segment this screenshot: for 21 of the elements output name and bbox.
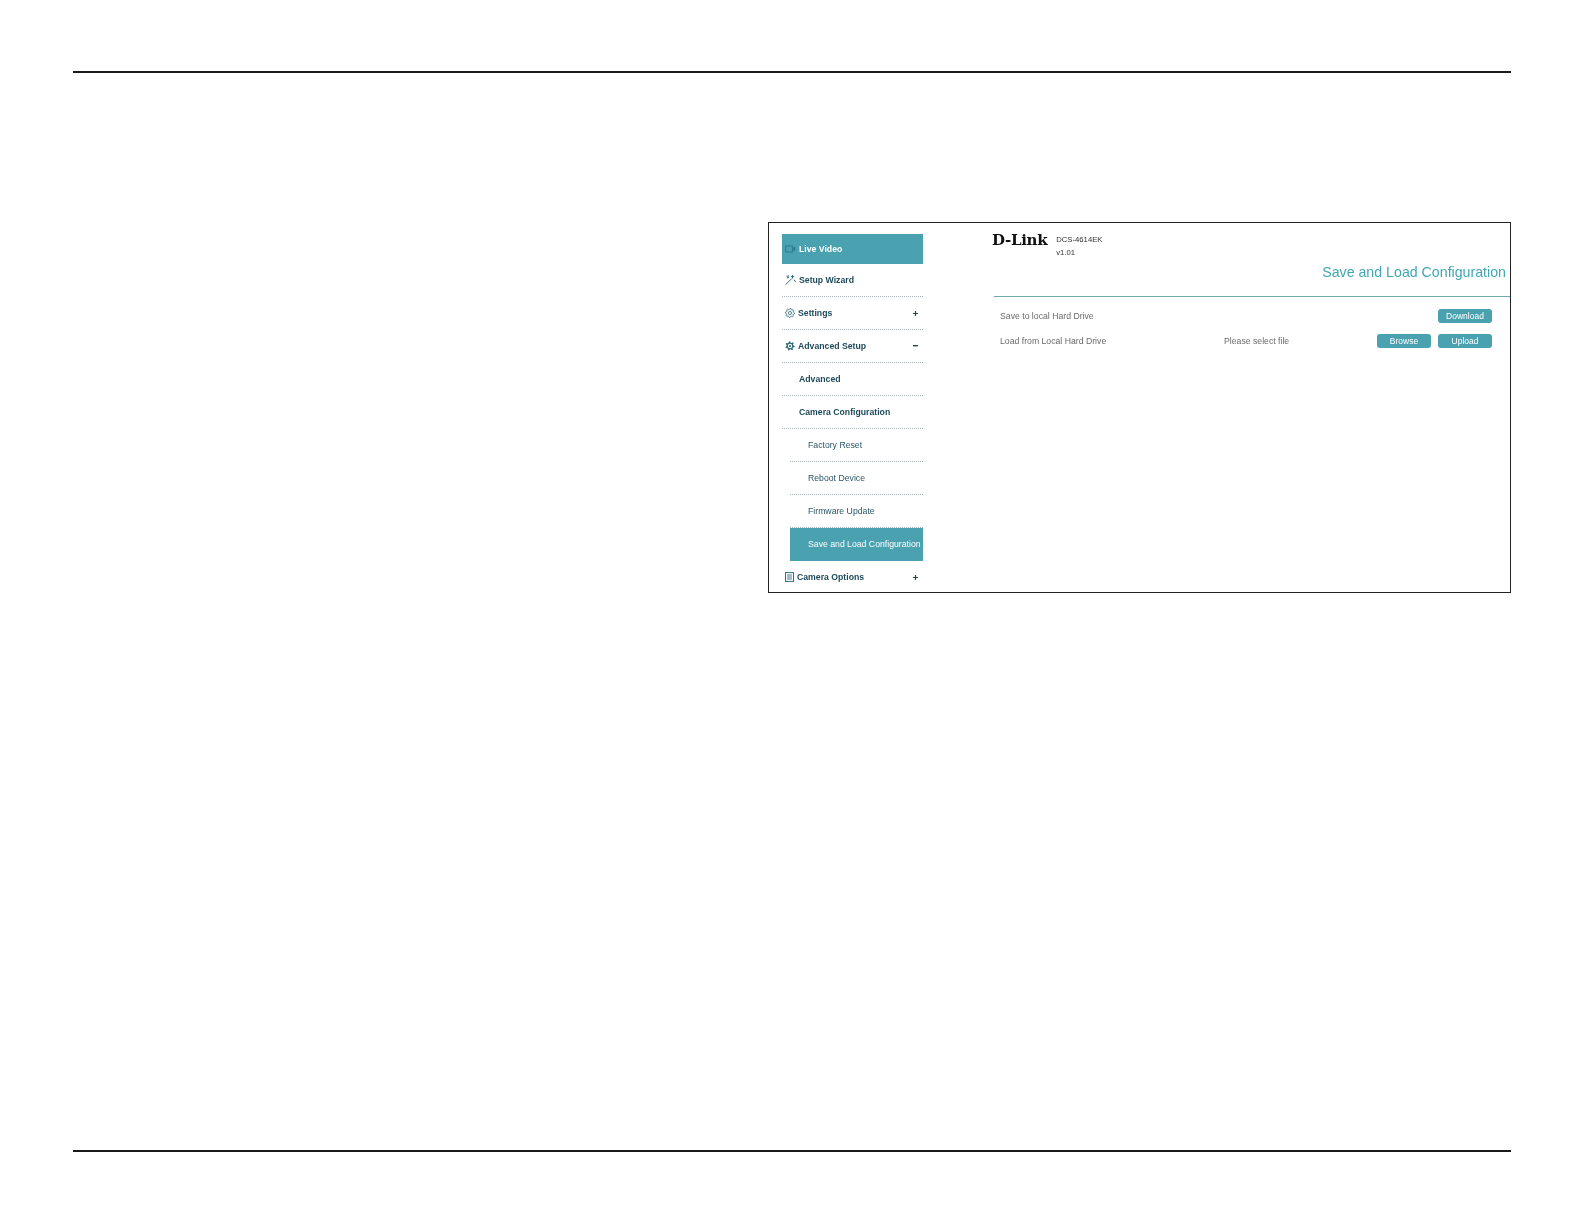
sidebar-item[interactable]: Advanced xyxy=(782,363,923,396)
magic-wand-icon xyxy=(785,275,796,285)
document-icon xyxy=(785,572,794,582)
brand-logo: D-Link xyxy=(992,232,1048,248)
gear-icon xyxy=(785,308,795,318)
sidebar-item[interactable]: Settings xyxy=(782,297,923,330)
row-label: Load from Local Hard Drive xyxy=(1000,336,1107,346)
file-status-text: Please select file xyxy=(1224,336,1290,346)
video-camera-icon xyxy=(785,244,796,253)
cog-icon xyxy=(785,341,795,351)
sidebar-item[interactable]: Camera Options xyxy=(782,561,923,594)
sidebar-item[interactable]: Camera Configuration xyxy=(782,396,923,429)
minus-icon[interactable] xyxy=(913,345,918,347)
plus-icon[interactable] xyxy=(913,310,918,316)
sidebar-item[interactable]: Reboot Device xyxy=(790,462,923,495)
plus-icon[interactable] xyxy=(913,574,918,580)
row-label: Save to local Hard Drive xyxy=(1000,311,1094,321)
sidebar-item[interactable]: Advanced Setup xyxy=(782,330,923,363)
sidebar-item[interactable]: Setup Wizard xyxy=(782,264,923,297)
sidebar-item[interactable]: Factory Reset xyxy=(790,429,923,462)
page-title: Save and Load Configuration xyxy=(1322,263,1506,281)
